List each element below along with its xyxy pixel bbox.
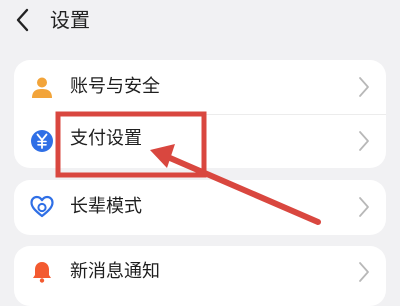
settings-row-label: 支付设置 — [70, 128, 142, 149]
chevron-left-icon — [16, 8, 29, 32]
header-bar: 设置 — [0, 0, 400, 44]
settings-row-elder-mode[interactable]: 长辈模式 — [14, 180, 386, 234]
yuan-icon — [31, 130, 53, 152]
chevron-right-icon — [359, 77, 369, 97]
page-title: 设置 — [50, 8, 90, 32]
back-button[interactable] — [10, 6, 38, 34]
settings-row-notifications[interactable]: 新消息通知 — [14, 246, 386, 300]
settings-row-label: 账号与安全 — [70, 76, 160, 97]
settings-row-label: 长辈模式 — [70, 196, 142, 217]
chevron-right-icon — [359, 197, 369, 217]
settings-row-account-security[interactable]: 账号与安全 — [14, 60, 386, 114]
chevron-right-icon — [359, 131, 369, 151]
heart-icon — [30, 195, 54, 218]
user-icon — [32, 77, 52, 98]
settings-row-label: 新消息通知 — [70, 261, 160, 282]
settings-group-account: 账号与安全 支付设置 — [14, 60, 386, 168]
settings-row-payment[interactable]: 支付设置 — [14, 115, 386, 168]
settings-group-notifications: 新消息通知 — [14, 246, 386, 306]
bell-icon — [33, 262, 51, 283]
settings-group-elder: 长辈模式 — [14, 180, 386, 235]
chevron-right-icon — [359, 262, 369, 282]
